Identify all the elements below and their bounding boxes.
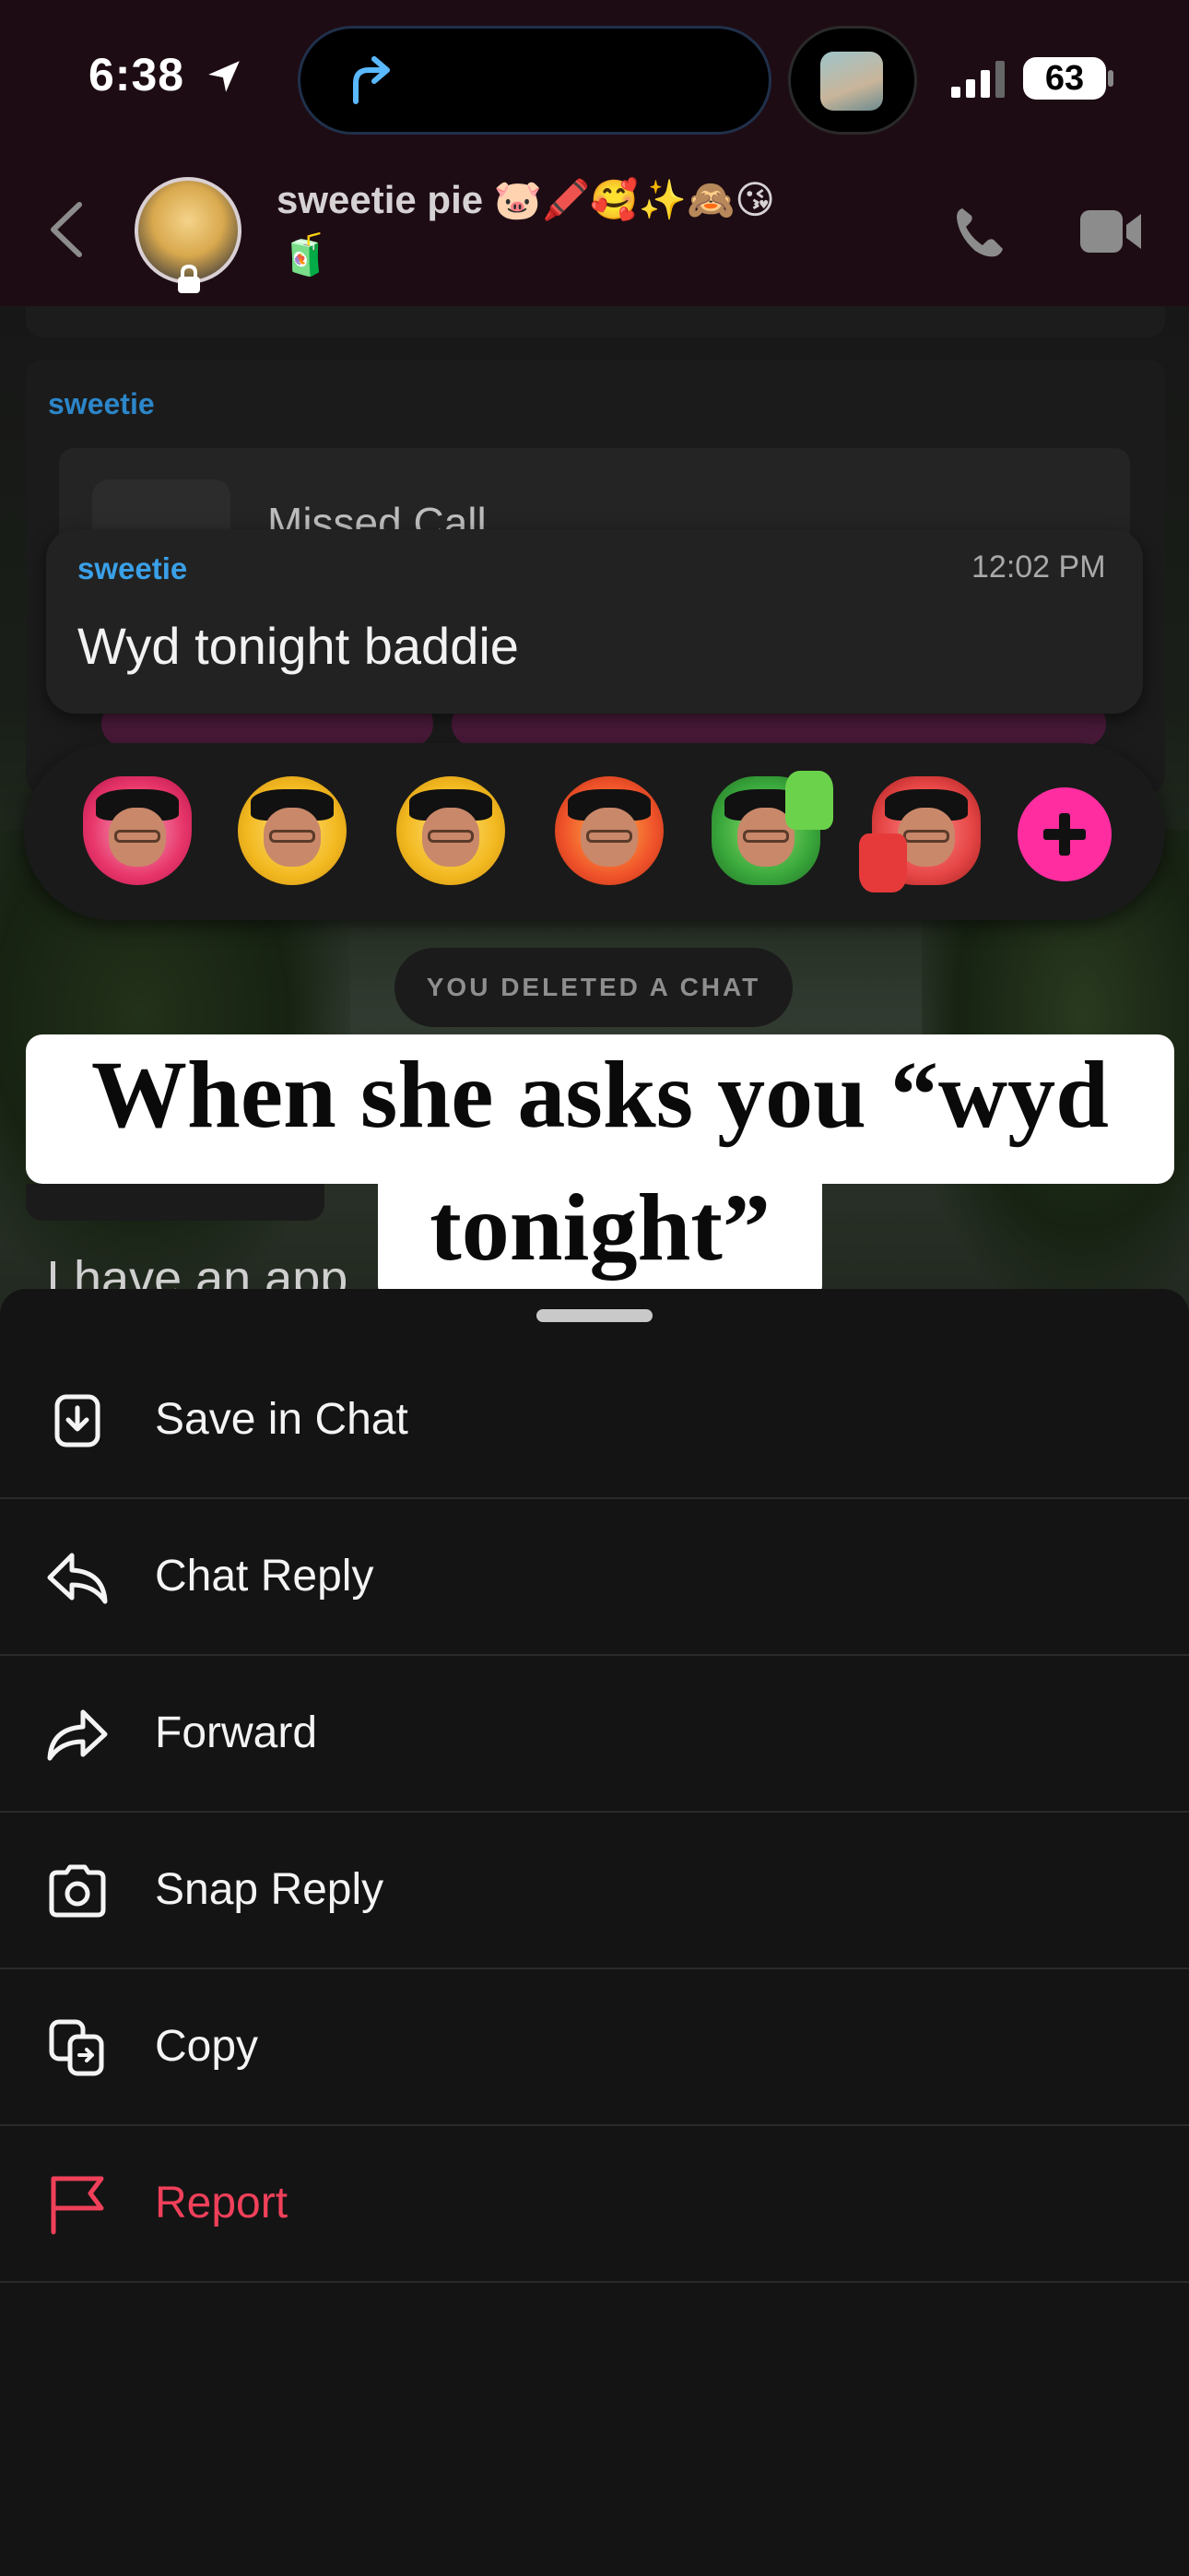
partial-message-card — [26, 1184, 324, 1221]
crying-bitmoji-reaction[interactable] — [396, 776, 505, 885]
forward-icon — [47, 1709, 108, 1761]
live-activity-thumbnail — [820, 52, 883, 111]
contact-name[interactable]: sweetie pie 🐷🖍️🥰✨🙈😘 — [277, 177, 775, 223]
bitmoji-glasses — [428, 830, 474, 843]
forward-button[interactable]: Forward — [0, 1656, 1189, 1813]
heart-bitmoji-reaction[interactable] — [83, 776, 192, 885]
save-icon — [54, 1394, 100, 1448]
save-in-chat-label: Save in Chat — [155, 1395, 408, 1444]
cellular-signal-icon — [951, 61, 1005, 98]
reply-icon — [47, 1553, 108, 1604]
deleted-chat-notice: YOU DELETED A CHAT — [426, 973, 761, 1001]
message-sender: sweetie — [77, 551, 188, 585]
sheet-grabber[interactable] — [536, 1309, 653, 1322]
caption-line-2: tonight” — [430, 1175, 771, 1281]
bitmoji-glasses — [269, 830, 315, 843]
battery-indicator: 63 — [1023, 57, 1106, 100]
location-arrow-icon — [208, 61, 240, 92]
video-call-icon[interactable] — [1078, 205, 1145, 258]
camera-icon — [49, 1864, 106, 1918]
bitmoji-glasses — [743, 830, 789, 843]
plus-icon-vertical — [1059, 813, 1070, 856]
caption-line-1: When she asks you “wyd — [91, 1042, 1109, 1148]
chat-reply-button[interactable]: Chat Reply — [0, 1499, 1189, 1656]
flag-icon — [51, 2176, 104, 2235]
thumbs-up-icon — [785, 771, 833, 830]
copy-label: Copy — [155, 2022, 259, 2071]
message-timestamp: 12:02 PM — [971, 549, 1106, 585]
fire-bitmoji-reaction[interactable] — [555, 776, 664, 885]
message-text: Wyd tonight baddie — [77, 617, 519, 675]
copy-icon — [49, 2019, 104, 2076]
chat-reply-label: Chat Reply — [155, 1552, 374, 1601]
bitmoji-glasses — [903, 830, 949, 843]
bitmoji-glasses — [586, 830, 632, 843]
snap-reply-button[interactable]: Snap Reply — [0, 1813, 1189, 1969]
status-time: 6:38 — [88, 49, 185, 100]
card-sender-name: sweetie — [48, 387, 155, 420]
laughing-bitmoji-reaction[interactable] — [238, 776, 347, 885]
save-in-chat-button[interactable]: Save in Chat — [0, 1342, 1189, 1499]
phone-call-icon[interactable] — [949, 203, 1008, 262]
thumbs-down-icon — [859, 833, 907, 892]
contact-name-emoji: 🧃 — [280, 232, 331, 278]
navigation-arrow-icon — [353, 56, 390, 104]
report-label: Report — [155, 2179, 288, 2227]
report-button[interactable]: Report — [0, 2126, 1189, 2283]
copy-button[interactable]: Copy — [0, 1969, 1189, 2126]
battery-tip — [1108, 70, 1113, 87]
snap-reply-label: Snap Reply — [155, 1865, 384, 1914]
forward-label: Forward — [155, 1708, 318, 1757]
bitmoji-glasses — [114, 830, 160, 843]
lock-icon — [178, 264, 200, 293]
back-chevron-icon[interactable] — [48, 201, 85, 258]
